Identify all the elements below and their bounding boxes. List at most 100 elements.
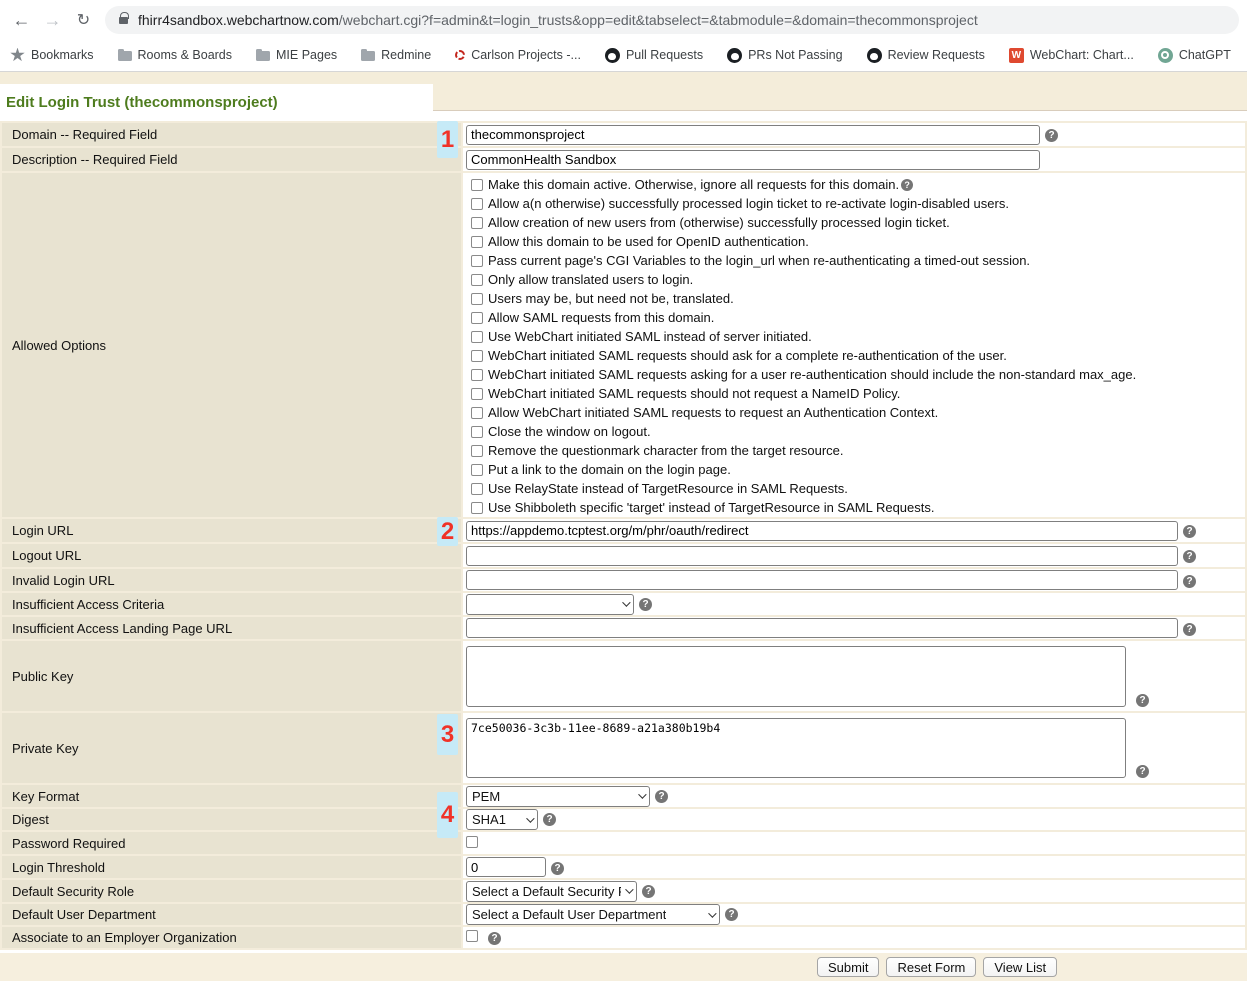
form-actions: Submit Reset Form View List	[0, 953, 1247, 981]
bookmark-item[interactable]: W Rooms & Boards	[118, 48, 232, 62]
bookmark-label: Pull Requests	[626, 48, 703, 62]
option-checkbox[interactable]	[471, 350, 483, 362]
annotation-badge-1: 1	[437, 121, 458, 158]
url-text: fhirr4sandbox.webchartnow.com/webchart.c…	[138, 12, 978, 28]
option-text: Put a link to the domain on the login pa…	[488, 460, 731, 479]
bookmark-item[interactable]: W Carlson Projects -...	[455, 48, 581, 62]
help-icon[interactable]: ?	[642, 885, 655, 898]
row-login-threshold: Login Threshold ?	[2, 856, 1245, 878]
submit-button[interactable]: Submit	[817, 957, 879, 977]
bookmark-item[interactable]: W ChatGPT	[1158, 48, 1231, 63]
bookmark-favicon-icon: W	[10, 48, 25, 63]
option-text: Make this domain active. Otherwise, igno…	[488, 175, 899, 194]
option-checkbox[interactable]	[471, 388, 483, 400]
allowed-option-item: WebChart initiated SAML requests asking …	[471, 365, 1245, 384]
field-label-public-key: Public Key	[2, 641, 461, 711]
default-security-role-select[interactable]: Select a Default Security Role	[466, 881, 637, 902]
row-digest: Digest SHA1?	[2, 809, 1245, 830]
option-checkbox[interactable]	[471, 331, 483, 343]
public-key-textarea[interactable]	[466, 646, 1126, 707]
field-label-insufficient-access-criteria: Insufficient Access Criteria	[2, 593, 461, 615]
digest-select[interactable]: SHA1	[466, 809, 538, 830]
option-checkbox[interactable]	[471, 407, 483, 419]
description-input[interactable]	[466, 150, 1040, 170]
help-icon[interactable]: ?	[1183, 550, 1196, 563]
bookmark-label: Carlson Projects -...	[471, 48, 581, 62]
help-icon[interactable]: ?	[1136, 765, 1149, 778]
reset-form-button[interactable]: Reset Form	[886, 957, 976, 977]
allowed-option-item: Use Shibboleth specific 'target' instead…	[471, 498, 1245, 517]
option-checkbox[interactable]	[471, 236, 483, 248]
help-icon[interactable]: ?	[543, 813, 556, 826]
option-text: Close the window on logout.	[488, 422, 651, 441]
private-key-textarea[interactable]: 7ce50036-3c3b-11ee-8689-a21a380b19b4	[466, 718, 1126, 778]
help-icon[interactable]: ?	[1045, 129, 1058, 142]
bookmark-item[interactable]: W Pull Requests	[605, 48, 703, 63]
view-list-button[interactable]: View List	[983, 957, 1057, 977]
invalid-login-url-input[interactable]	[466, 570, 1178, 590]
url-bar[interactable]: fhirr4sandbox.webchartnow.com/webchart.c…	[105, 6, 1239, 34]
help-icon[interactable]: ?	[488, 932, 501, 945]
page-title: Edit Login Trust (thecommonsproject)	[6, 94, 278, 111]
option-checkbox[interactable]	[471, 293, 483, 305]
forward-icon[interactable]: →	[37, 10, 68, 31]
bookmark-item[interactable]: W Bookmarks	[10, 48, 94, 63]
lock-icon[interactable]	[119, 17, 128, 24]
chevron-down-icon	[708, 909, 716, 917]
help-icon[interactable]: ?	[639, 598, 652, 611]
help-icon[interactable]: ?	[655, 790, 668, 803]
option-text: Use WebChart initiated SAML instead of s…	[488, 327, 812, 346]
row-public-key: Public Key ?	[2, 641, 1245, 711]
option-checkbox[interactable]	[471, 445, 483, 457]
bookmark-item[interactable]: W MIE Pages	[256, 48, 337, 62]
option-checkbox[interactable]	[471, 426, 483, 438]
row-allowed-options: Allowed Options Make this domain active.…	[2, 173, 1245, 517]
bookmark-item[interactable]: W PRs Not Passing	[727, 48, 842, 63]
field-label-key-format: Key Format	[2, 785, 461, 807]
row-key-format: Key Format PEM?	[2, 785, 1245, 807]
option-checkbox[interactable]	[471, 198, 483, 210]
row-default-user-department: Default User Department Select a Default…	[2, 904, 1245, 925]
allowed-option-item: Use RelayState instead of TargetResource…	[471, 479, 1245, 498]
bookmark-label: WebChart: Chart...	[1030, 48, 1134, 62]
password-required-checkbox[interactable]	[466, 836, 478, 848]
option-checkbox[interactable]	[471, 217, 483, 229]
login-url-input[interactable]	[466, 521, 1178, 541]
bookmark-favicon-icon: W	[1158, 48, 1173, 63]
field-label-private-key: Private Key	[2, 713, 461, 783]
option-text: Allow SAML requests from this domain.	[488, 308, 714, 327]
option-checkbox[interactable]	[471, 179, 483, 191]
logout-url-input[interactable]	[466, 546, 1178, 566]
option-checkbox[interactable]	[471, 255, 483, 267]
bookmark-item[interactable]: W Redmine	[361, 48, 431, 62]
option-checkbox[interactable]	[471, 464, 483, 476]
domain-input[interactable]	[466, 125, 1040, 145]
reload-icon[interactable]: ↻	[68, 10, 99, 30]
help-icon[interactable]: ?	[725, 908, 738, 921]
help-icon[interactable]: ?	[551, 862, 564, 875]
back-icon[interactable]: ←	[6, 10, 37, 31]
option-text: WebChart initiated SAML requests asking …	[488, 365, 1136, 384]
help-icon[interactable]: ?	[901, 179, 913, 191]
option-checkbox[interactable]	[471, 369, 483, 381]
help-icon[interactable]: ?	[1183, 525, 1196, 538]
url-host: fhirr4sandbox.webchartnow.com	[138, 12, 339, 28]
default-user-department-select[interactable]: Select a Default User Department	[466, 904, 720, 925]
key-format-select[interactable]: PEM	[466, 786, 650, 807]
associate-employer-checkbox[interactable]	[466, 930, 478, 942]
bookmark-item[interactable]: W Review Requests	[867, 48, 985, 63]
option-checkbox[interactable]	[471, 483, 483, 495]
help-icon[interactable]: ?	[1183, 623, 1196, 636]
help-icon[interactable]: ?	[1136, 694, 1149, 707]
insufficient-access-landing-input[interactable]	[466, 618, 1178, 638]
help-icon[interactable]: ?	[1183, 575, 1196, 588]
login-threshold-input[interactable]	[466, 857, 546, 877]
option-checkbox[interactable]	[471, 502, 483, 514]
option-checkbox[interactable]	[471, 312, 483, 324]
field-label-allowed-options: Allowed Options	[2, 173, 461, 517]
option-checkbox[interactable]	[471, 274, 483, 286]
bookmark-item[interactable]: W WebChart: Chart...	[1009, 48, 1134, 63]
bookmark-label: PRs Not Passing	[748, 48, 842, 62]
insufficient-access-criteria-select[interactable]	[466, 594, 634, 615]
field-label-default-user-department: Default User Department	[2, 904, 461, 925]
